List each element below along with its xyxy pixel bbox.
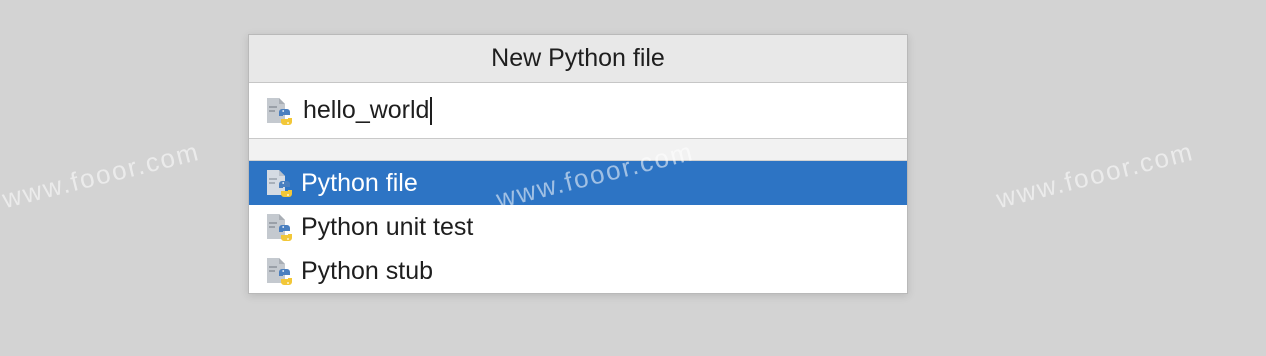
python-file-icon	[265, 212, 293, 242]
new-python-file-dialog: New Python file hello_world Python file …	[248, 34, 908, 294]
dialog-title: New Python file	[249, 35, 907, 83]
python-file-icon	[265, 96, 293, 126]
watermark: www.fooor.com	[993, 135, 1197, 215]
list-item-label: Python unit test	[301, 212, 474, 241]
list-separator	[249, 139, 907, 161]
list-item-python-stub[interactable]: Python stub	[249, 249, 907, 293]
python-file-icon	[265, 256, 293, 286]
list-item-label: Python file	[301, 168, 418, 197]
list-item-python-unit-test[interactable]: Python unit test	[249, 205, 907, 249]
file-name-input[interactable]: hello_world	[303, 96, 433, 125]
list-item-label: Python stub	[301, 256, 434, 285]
python-file-icon	[265, 168, 293, 198]
text-caret	[430, 96, 433, 125]
file-name-value: hello_world	[303, 96, 430, 124]
file-name-row[interactable]: hello_world	[249, 83, 907, 139]
watermark: www.fooor.com	[0, 135, 203, 215]
list-item-python-file[interactable]: Python file	[249, 161, 907, 205]
